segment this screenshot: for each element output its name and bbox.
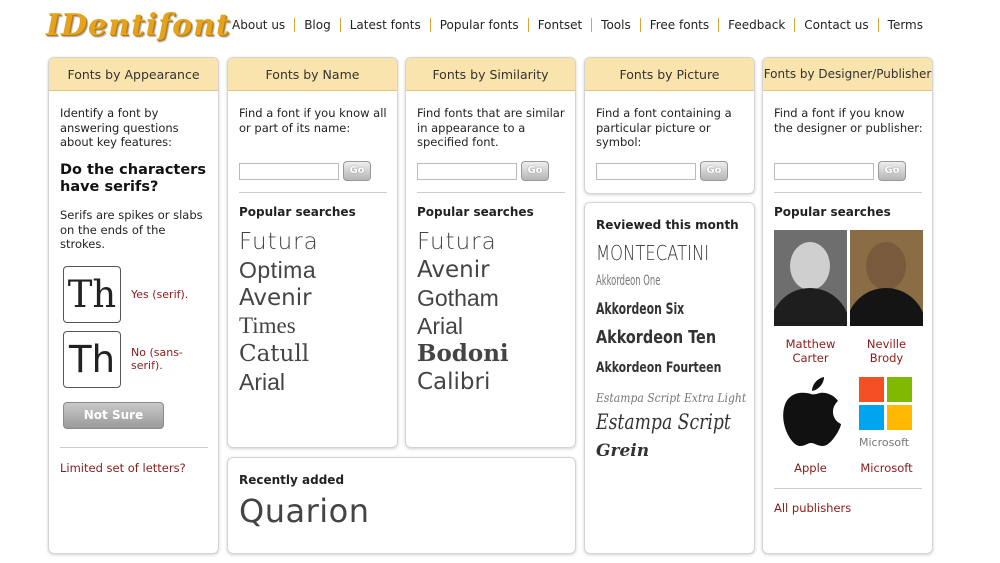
designer-popular-heading: Popular searches	[774, 205, 891, 219]
serif-explanation: Serifs are spikes or slabs on the ends o…	[60, 208, 203, 251]
nav-feedback[interactable]: Feedback	[718, 18, 794, 32]
nav-about-us[interactable]: About us	[223, 18, 294, 32]
picture-go-button[interactable]: Go	[700, 161, 728, 181]
popular-font-link[interactable]: Calibri	[417, 368, 509, 396]
reviewed-font-link[interactable]: Estampa Script Extra Light	[596, 391, 746, 405]
matthew-carter-photo[interactable]	[774, 230, 847, 326]
recently-added-panel: Recently added Quarion	[227, 457, 576, 554]
microsoft-logo-icon[interactable]	[859, 377, 913, 431]
divider	[239, 192, 387, 193]
byname-title: Fonts by Name	[228, 58, 397, 91]
nav-free-fonts[interactable]: Free fonts	[639, 18, 718, 32]
serif-sample-button[interactable]: Th	[63, 266, 121, 323]
nav-popular-fonts[interactable]: Popular fonts	[429, 18, 528, 32]
reviewed-font-link[interactable]: Akkordeon Ten	[596, 327, 716, 348]
similarity-search-row: Go	[417, 161, 549, 181]
byname-description: Find a font if you know all or part of i…	[239, 106, 387, 135]
site-logo[interactable]: IDentifont	[46, 8, 231, 43]
nav-contact-us[interactable]: Contact us	[794, 18, 877, 32]
similarity-popular-heading: Popular searches	[417, 205, 534, 219]
nav-latest-fonts[interactable]: Latest fonts	[339, 18, 430, 32]
not-sure-button[interactable]: Not Sure	[63, 402, 164, 429]
top-navigation: About us Blog Latest fonts Popular fonts…	[223, 18, 932, 32]
popular-font-link[interactable]: Times	[239, 312, 319, 340]
designer-go-button[interactable]: Go	[878, 161, 906, 181]
apple-link[interactable]: Apple	[774, 461, 847, 475]
similarity-description: Find fonts that are similar in appearanc…	[417, 106, 565, 149]
popular-font-link[interactable]: Futura	[417, 228, 509, 256]
reviewed-font-link[interactable]: Akkordeon One	[596, 273, 660, 289]
similarity-go-button[interactable]: Go	[521, 161, 549, 181]
all-publishers-link[interactable]: All publishers	[774, 501, 851, 515]
picture-title: Fonts by Picture	[585, 58, 754, 91]
popular-font-link[interactable]: Optima	[239, 256, 319, 284]
microsoft-link[interactable]: Microsoft	[850, 461, 923, 475]
nav-fontset[interactable]: Fontset	[527, 18, 591, 32]
similarity-title: Fonts by Similarity	[406, 58, 575, 91]
recently-added-heading: Recently added	[239, 473, 345, 487]
divider	[60, 447, 208, 448]
designer-title: Fonts by Designer/Publisher	[763, 58, 932, 91]
divider	[417, 192, 565, 193]
divider	[774, 192, 922, 193]
byname-panel: Fonts by Name Find a font if you know al…	[227, 57, 398, 448]
reviewed-font-link[interactable]: Grein	[596, 441, 649, 461]
byname-go-button[interactable]: Go	[343, 161, 371, 181]
font-name-input[interactable]	[239, 162, 339, 180]
popular-font-link[interactable]: Avenir	[417, 256, 509, 284]
nav-blog[interactable]: Blog	[294, 18, 340, 32]
neville-brody-photo[interactable]	[850, 230, 923, 326]
byname-search-row: Go	[239, 161, 371, 181]
popular-font-link[interactable]: Catull	[239, 340, 319, 368]
matthew-carter-link[interactable]: Matthew Carter	[774, 337, 847, 365]
popular-font-link[interactable]: Avenir	[239, 284, 319, 312]
designer-input[interactable]	[774, 162, 874, 180]
designer-search-row: Go	[774, 161, 906, 181]
microsoft-wordmark: Microsoft	[859, 436, 910, 449]
nav-terms[interactable]: Terms	[877, 18, 932, 32]
divider	[774, 488, 922, 489]
appearance-description: Identify a font by answering questions a…	[60, 106, 179, 149]
popular-font-link[interactable]: Bodoni	[417, 340, 509, 368]
reviewed-font-link[interactable]: Akkordeon Six	[596, 299, 684, 318]
popular-font-link[interactable]: Futura	[239, 228, 319, 256]
picture-description: Find a font containing a particular pict…	[596, 106, 732, 149]
limited-letters-link[interactable]: Limited set of letters?	[60, 461, 186, 475]
reviewed-font-link[interactable]: Estampa Script	[596, 410, 731, 434]
popular-font-link[interactable]: Gotham	[417, 284, 509, 312]
designer-description: Find a font if you know the designer or …	[774, 106, 923, 135]
reviewed-panel: Reviewed this month MONTECATINI Akkordeo…	[584, 202, 755, 554]
neville-brody-link[interactable]: Neville Brody	[850, 337, 923, 365]
popular-font-link[interactable]: Arial	[239, 368, 319, 396]
similarity-panel: Fonts by Similarity Find fonts that are …	[405, 57, 576, 448]
reviewed-font-link[interactable]: MONTECATINI	[596, 241, 709, 265]
popular-font-link[interactable]: Arial	[417, 312, 509, 340]
similarity-popular-list: Futura Avenir Gotham Arial Bodoni Calibr…	[417, 228, 509, 396]
recently-added-font-link[interactable]: Quarion	[239, 492, 369, 530]
reviewed-heading: Reviewed this month	[596, 218, 739, 232]
picture-panel: Fonts by Picture Find a font containing …	[584, 57, 755, 194]
similar-font-input[interactable]	[417, 162, 517, 180]
reviewed-font-link[interactable]: Akkordeon Fourteen	[596, 360, 721, 376]
byname-popular-list: Futura Optima Avenir Times Catull Arial	[239, 228, 319, 396]
no-sans-serif-link[interactable]: No (sans-serif).	[131, 346, 193, 372]
designer-panel: Fonts by Designer/Publisher Find a font …	[762, 57, 933, 554]
sans-sample-button[interactable]: Th	[63, 331, 121, 388]
appearance-panel: Fonts by Appearance Identify a font by a…	[48, 57, 219, 554]
picture-input[interactable]	[596, 162, 696, 180]
byname-popular-heading: Popular searches	[239, 205, 356, 219]
nav-tools[interactable]: Tools	[591, 18, 640, 32]
appearance-title: Fonts by Appearance	[49, 58, 218, 91]
apple-logo-icon[interactable]	[780, 376, 842, 448]
serif-question: Do the characters have serifs?	[60, 162, 206, 195]
yes-serif-link[interactable]: Yes (serif).	[131, 288, 211, 301]
picture-search-row: Go	[596, 161, 728, 181]
